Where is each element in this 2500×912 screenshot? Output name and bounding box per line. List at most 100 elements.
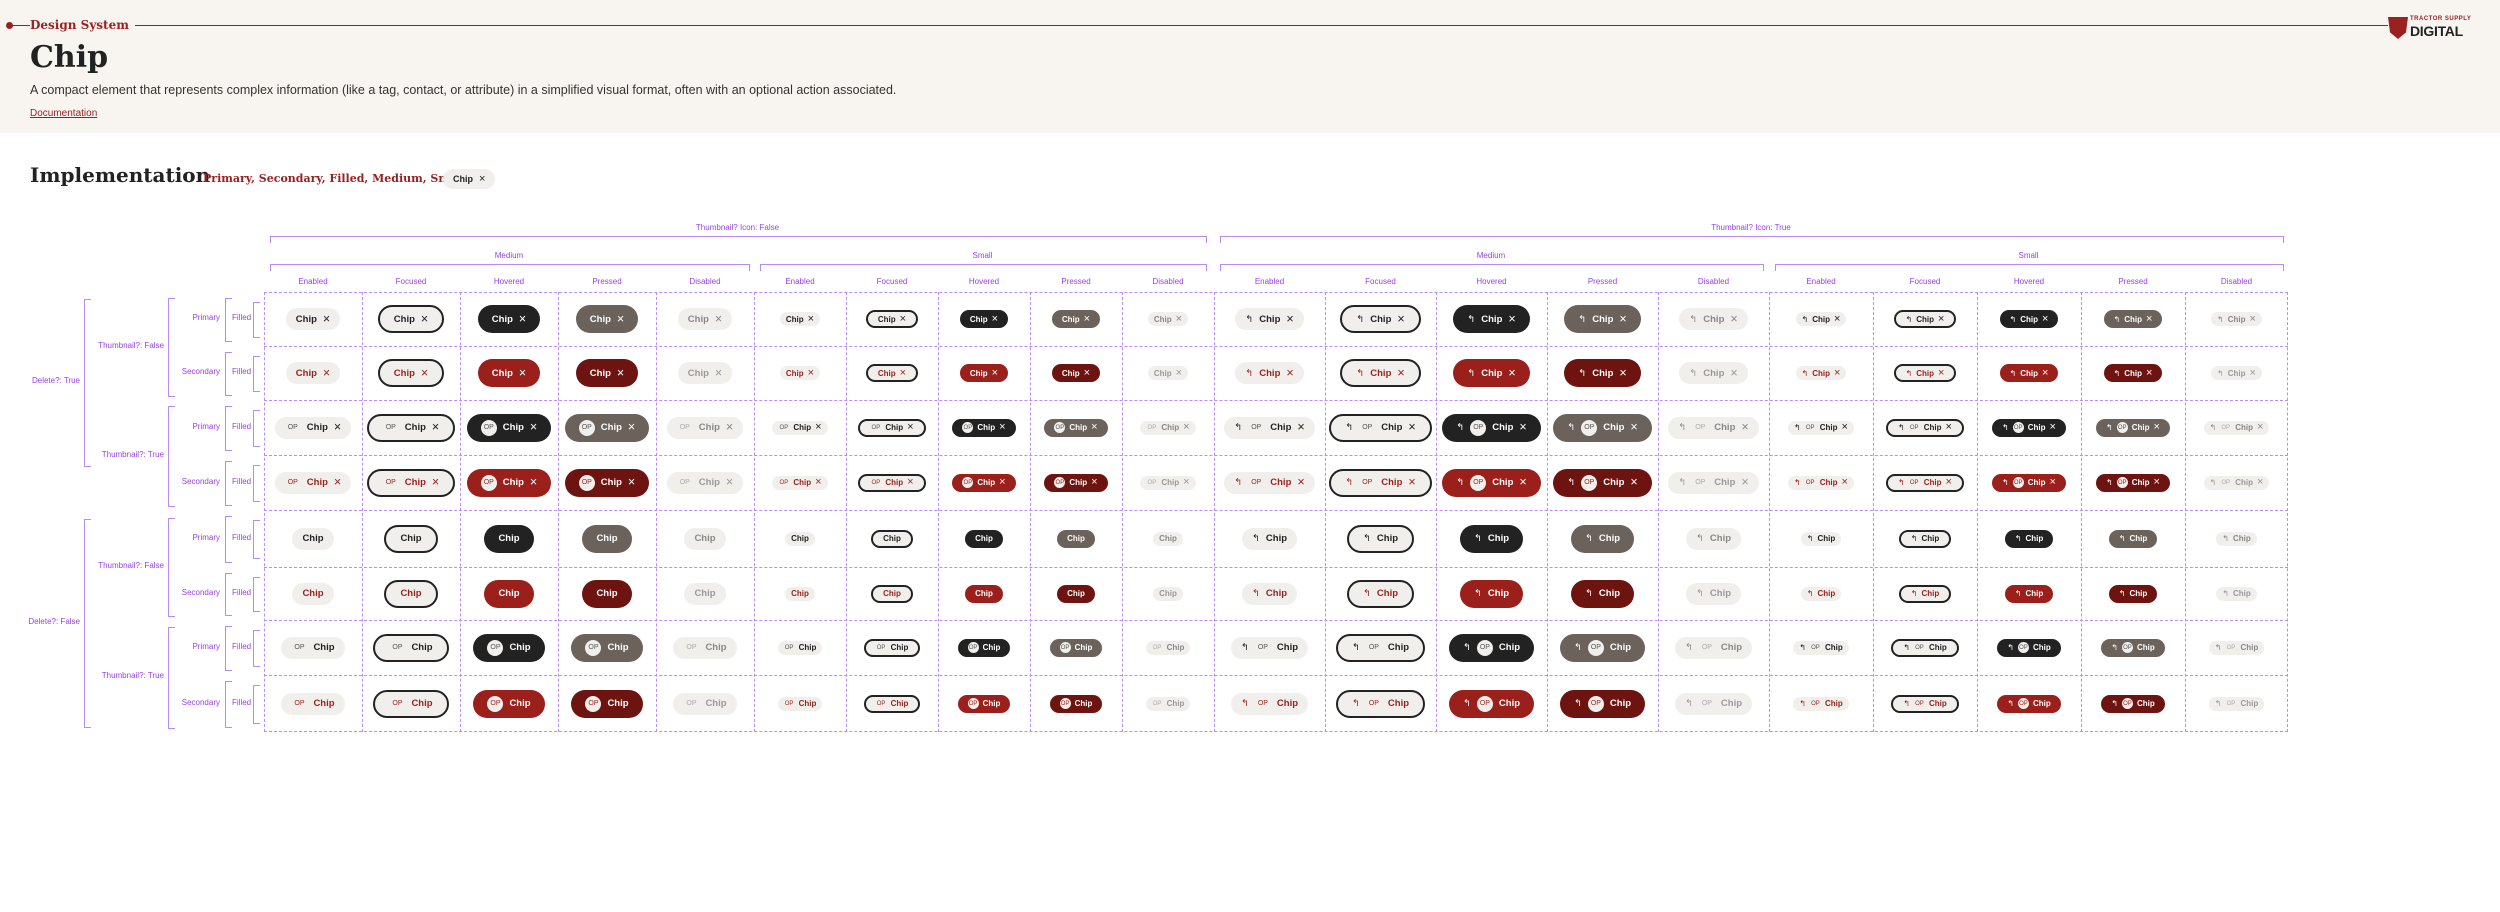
close-icon[interactable]: × [2154, 477, 2160, 488]
close-icon[interactable]: × [530, 421, 537, 434]
chip-primary[interactable]: ↰ OP Chip × [1329, 413, 1432, 442]
chip-secondary[interactable]: Chip × [1051, 364, 1101, 382]
chip-secondary[interactable]: ↰ Chip × [2211, 366, 2262, 380]
chip-primary[interactable]: Chip × [477, 305, 541, 333]
chip-secondary[interactable]: ↰ Chip [1346, 579, 1415, 608]
close-icon[interactable]: × [1286, 367, 1293, 380]
close-icon[interactable]: × [1091, 422, 1097, 433]
chip-secondary[interactable]: Chip × [959, 364, 1009, 382]
chip-primary[interactable]: Chip [484, 524, 534, 553]
chip-secondary[interactable]: ↰ OP Chip × [1329, 468, 1432, 497]
chip-secondary[interactable]: ↰ OP Chip [2101, 694, 2165, 713]
chip-primary[interactable]: ↰ OP Chip × [2096, 418, 2170, 437]
chip-primary[interactable]: Chip [785, 531, 815, 546]
close-icon[interactable]: × [334, 476, 341, 489]
close-icon[interactable]: × [421, 367, 428, 380]
close-icon[interactable]: × [1408, 421, 1415, 434]
close-icon[interactable]: × [1508, 313, 1515, 326]
close-icon[interactable]: × [726, 421, 733, 434]
chip-secondary[interactable]: OP Chip × [466, 468, 552, 497]
chip-secondary[interactable]: Chip [582, 579, 632, 608]
chip-secondary[interactable]: OP Chip [673, 692, 737, 715]
chip-primary[interactable]: ↰ OP Chip [1891, 638, 1959, 657]
chip-primary[interactable]: ↰ OP Chip × [1788, 420, 1854, 435]
chip-secondary[interactable]: Chip × [377, 359, 445, 387]
chip-secondary[interactable]: OP Chip [373, 689, 449, 718]
close-icon[interactable]: × [992, 313, 998, 325]
chip-primary[interactable]: OP Chip [281, 636, 345, 659]
close-icon[interactable]: × [2257, 422, 2263, 433]
chip-secondary[interactable]: Chip × [865, 364, 919, 382]
chip-secondary[interactable]: ↰ OP Chip × [1442, 468, 1541, 497]
chip-primary[interactable]: OP Chip [777, 640, 823, 655]
chip-primary[interactable]: Chip × [779, 312, 821, 326]
chip-secondary[interactable]: ↰ OP Chip [1997, 694, 2061, 713]
chip-primary[interactable]: ↰ OP Chip [2101, 638, 2165, 657]
close-icon[interactable]: × [1519, 421, 1526, 434]
close-icon[interactable]: × [1946, 477, 1952, 488]
close-icon[interactable]: × [715, 367, 722, 380]
chip-secondary[interactable]: OP Chip × [1140, 475, 1196, 490]
chip-primary[interactable]: ↰ OP Chip [1230, 636, 1309, 659]
chip-primary[interactable]: ↰ Chip × [1679, 308, 1748, 330]
close-icon[interactable]: × [1938, 313, 1944, 325]
chip-primary[interactable]: Chip [871, 529, 913, 548]
chip-primary[interactable]: ↰ Chip × [1235, 308, 1304, 330]
chip-primary[interactable]: OP Chip × [1140, 420, 1196, 435]
chip-secondary[interactable]: Chip × [575, 359, 639, 387]
chip-primary[interactable]: OP Chip × [366, 413, 456, 442]
sample-chip[interactable]: Chip × [443, 169, 496, 189]
close-icon[interactable]: × [900, 313, 906, 325]
chip-primary[interactable]: ↰ Chip × [2103, 310, 2163, 328]
close-icon[interactable]: × [2146, 313, 2152, 325]
chip-primary[interactable]: ↰ OP Chip [1793, 640, 1849, 655]
chip-secondary[interactable]: ↰ Chip [1898, 584, 1952, 603]
chip-primary[interactable]: ↰ Chip [1570, 524, 1635, 553]
close-icon[interactable]: × [1730, 367, 1737, 380]
close-icon[interactable]: × [1397, 367, 1404, 380]
chip-secondary[interactable]: ↰ OP Chip [1793, 696, 1849, 711]
chip-primary[interactable]: Chip × [865, 310, 919, 328]
chip-primary[interactable]: Chip [1057, 529, 1095, 548]
close-icon[interactable]: × [1842, 477, 1848, 488]
chip-secondary[interactable]: ↰ Chip [1685, 582, 1742, 605]
chip-primary[interactable]: ↰ OP Chip [1335, 633, 1426, 662]
close-icon[interactable]: × [519, 313, 526, 326]
chip-secondary[interactable]: OP Chip × [858, 473, 926, 492]
close-icon[interactable]: × [907, 477, 913, 488]
chip-secondary[interactable]: ↰ Chip [1570, 579, 1635, 608]
close-icon[interactable]: × [2042, 367, 2048, 379]
chip-secondary[interactable]: Chip × [779, 366, 821, 380]
chip-primary[interactable]: OP Chip × [1044, 418, 1108, 437]
chip-primary[interactable]: ↰ Chip [1898, 529, 1952, 548]
chip-secondary[interactable]: OP Chip [777, 696, 823, 711]
chip-secondary[interactable]: ↰ Chip × [1340, 359, 1421, 387]
chip-primary[interactable]: ↰ Chip [1459, 524, 1524, 553]
chip-primary[interactable]: ↰ Chip [1800, 531, 1842, 546]
chip-primary[interactable]: Chip [582, 524, 632, 553]
close-icon[interactable]: × [1619, 313, 1626, 326]
close-icon[interactable]: × [1834, 313, 1840, 325]
close-icon[interactable]: × [815, 422, 821, 433]
chip-secondary[interactable]: ↰ OP Chip × [1224, 471, 1315, 494]
close-icon[interactable]: × [1630, 476, 1637, 489]
chip-secondary[interactable]: OP Chip [473, 689, 545, 718]
chip-primary[interactable]: ↰ Chip × [2211, 312, 2262, 326]
chip-primary[interactable]: OP Chip × [274, 416, 352, 439]
close-icon[interactable]: × [1091, 477, 1097, 488]
close-icon[interactable]: × [1741, 421, 1748, 434]
chip-secondary[interactable]: ↰ OP Chip [1230, 692, 1309, 715]
close-icon[interactable]: × [715, 313, 722, 326]
chip-primary[interactable]: ↰ OP Chip [2208, 640, 2265, 655]
close-icon[interactable]: × [1183, 422, 1189, 433]
close-icon[interactable]: × [2257, 477, 2263, 488]
close-icon[interactable]: × [726, 476, 733, 489]
chip-primary[interactable]: Chip [965, 529, 1003, 548]
chip-primary[interactable]: ↰ Chip × [1564, 305, 1641, 333]
close-icon[interactable]: × [2050, 477, 2056, 488]
chip-primary[interactable]: ↰ OP Chip [1448, 633, 1535, 662]
close-icon[interactable]: × [1084, 313, 1090, 325]
chip-primary[interactable]: Chip [384, 524, 438, 553]
close-icon[interactable]: × [808, 367, 814, 379]
close-icon[interactable]: × [432, 421, 439, 434]
